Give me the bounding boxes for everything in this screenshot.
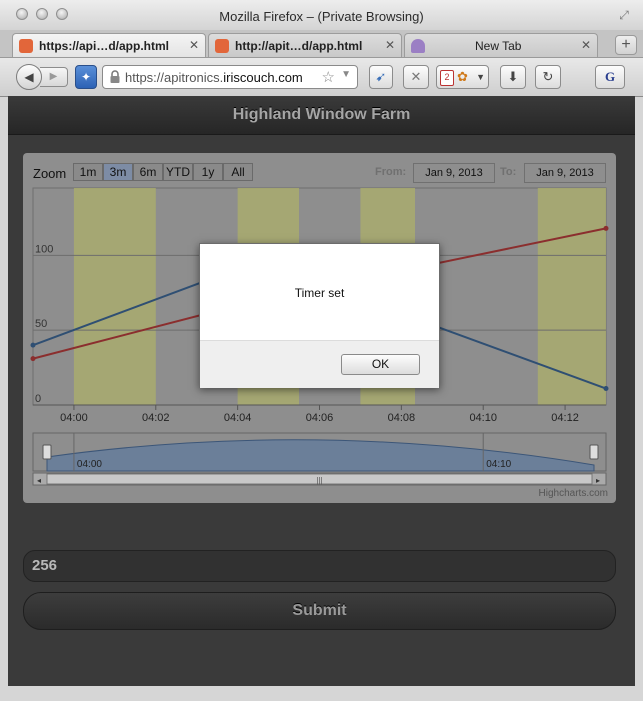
navigator-left-handle — [42, 444, 52, 460]
url-dropdown-icon[interactable]: ▼ — [341, 69, 351, 80]
range-button-1y[interactable]: 1y — [193, 163, 223, 181]
scrollbar-grip-icon: ||| — [316, 476, 322, 485]
close-tab-icon[interactable]: ✕ — [385, 38, 395, 52]
reload-icon[interactable]: ↻ — [535, 65, 561, 89]
zoom-label: Zoom — [33, 166, 67, 181]
x-tick-label: 04:04 — [224, 412, 252, 424]
dialog-message-area: Timer set — [200, 244, 439, 340]
tab-app-http[interactable]: http://apit…d/app.html ✕ — [208, 33, 402, 57]
navigation-toolbar: ▶ ◀ ✦ https://apitronics.iriscouch.com ☆… — [0, 58, 643, 97]
navigator-label: 04:00 — [77, 459, 102, 470]
x-tick-label: 04:02 — [142, 412, 170, 424]
highlight-band — [73, 188, 156, 405]
chart-credits[interactable]: Highcharts.com — [539, 488, 608, 499]
download-icon[interactable]: ⬇ — [500, 65, 526, 89]
addon-button[interactable]: 2 ✿ ▼ — [436, 65, 489, 89]
range-button-all[interactable]: All — [223, 163, 253, 181]
x-tick-label: 04:08 — [388, 412, 416, 424]
url-bar[interactable]: https://apitronics.iriscouch.com ☆ ▼ — [102, 65, 358, 89]
submit-button[interactable]: Submit — [23, 592, 616, 630]
ok-button[interactable]: OK — [341, 354, 420, 375]
compass-icon[interactable]: ✦ — [75, 65, 97, 89]
chevron-down-icon: ▼ — [476, 72, 485, 82]
gmail-icon[interactable]: G — [595, 65, 625, 89]
tab-label: New Tab — [475, 39, 522, 53]
tab-app-secure[interactable]: https://api…d/app.html ✕ — [12, 33, 206, 57]
from-date-input[interactable]: Jan 9, 2013 — [413, 163, 495, 183]
navigator-label: 04:10 — [486, 459, 511, 470]
url-text: https://apitronics.iriscouch.com — [125, 70, 303, 85]
x-tick-label: 04:12 — [551, 412, 579, 424]
x-tick-label: 04:06 — [306, 412, 334, 424]
window-titlebar: Mozilla Firefox – (Private Browsing) ⤢ — [0, 0, 643, 30]
ladybug-icon: ✿ — [457, 69, 468, 84]
series-point — [30, 356, 36, 362]
range-button-ytd[interactable]: YTD — [163, 163, 193, 181]
web-page: Highland Window Farm 050100Error Loading… — [8, 96, 635, 686]
fullscreen-icon[interactable]: ⤢ — [617, 8, 631, 22]
highlight-band — [537, 188, 606, 405]
window-title: Mozilla Firefox – (Private Browsing) — [219, 9, 424, 24]
dialog-button-area: OK — [200, 340, 439, 388]
y-tick-label: 100 — [35, 243, 53, 255]
bookmark-star-icon[interactable]: ☆ — [322, 68, 335, 86]
pointer-tool-icon[interactable]: ➹ — [369, 65, 393, 89]
series-point — [603, 225, 609, 231]
to-label: To: — [500, 166, 517, 178]
tab-new[interactable]: New Tab ✕ — [404, 33, 598, 57]
highcharts-favicon-icon — [215, 39, 229, 53]
stop-button[interactable]: ✕ — [403, 65, 429, 89]
lock-icon — [110, 70, 120, 83]
y-tick-label: 50 — [35, 318, 47, 330]
private-mask-icon — [411, 39, 425, 53]
navigator-right-handle — [589, 444, 599, 460]
forward-button[interactable]: ▶ — [40, 67, 68, 87]
page-body: 050100Error Loading04:0004:0204:0404:060… — [8, 135, 635, 686]
from-label: From: — [375, 166, 407, 178]
y-tick-label: 0 — [35, 393, 41, 405]
badge-count: 2 — [440, 70, 454, 86]
new-tab-button[interactable]: + — [615, 35, 637, 55]
range-button-3m[interactable]: 3m — [103, 163, 133, 181]
x-tick-label: 04:00 — [60, 412, 88, 424]
close-tab-icon[interactable]: ✕ — [581, 38, 591, 52]
to-date-input[interactable]: Jan 9, 2013 — [524, 163, 606, 183]
value-input[interactable]: 256 — [23, 550, 616, 582]
close-tab-icon[interactable]: ✕ — [189, 38, 199, 52]
page-title: Highland Window Farm — [8, 96, 635, 135]
series-point — [603, 386, 609, 392]
scroll-right-icon: ▸ — [596, 476, 600, 485]
dialog-message: Timer set — [294, 286, 345, 300]
series-point — [30, 342, 36, 348]
x-tick-label: 04:10 — [469, 412, 497, 424]
back-forward-group: ▶ ◀ — [16, 64, 72, 90]
tab-strip: https://api…d/app.html ✕ http://apit…d/a… — [0, 30, 643, 58]
alert-dialog: Timer set OK — [199, 243, 440, 388]
back-button[interactable]: ◀ — [16, 64, 42, 90]
highcharts-favicon-icon — [19, 39, 33, 53]
tab-label: http://apit…d/app.html — [235, 39, 363, 53]
scroll-left-icon: ◂ — [37, 476, 41, 485]
range-button-6m[interactable]: 6m — [133, 163, 163, 181]
tab-label: https://api…d/app.html — [39, 39, 169, 53]
range-button-1m[interactable]: 1m — [73, 163, 103, 181]
